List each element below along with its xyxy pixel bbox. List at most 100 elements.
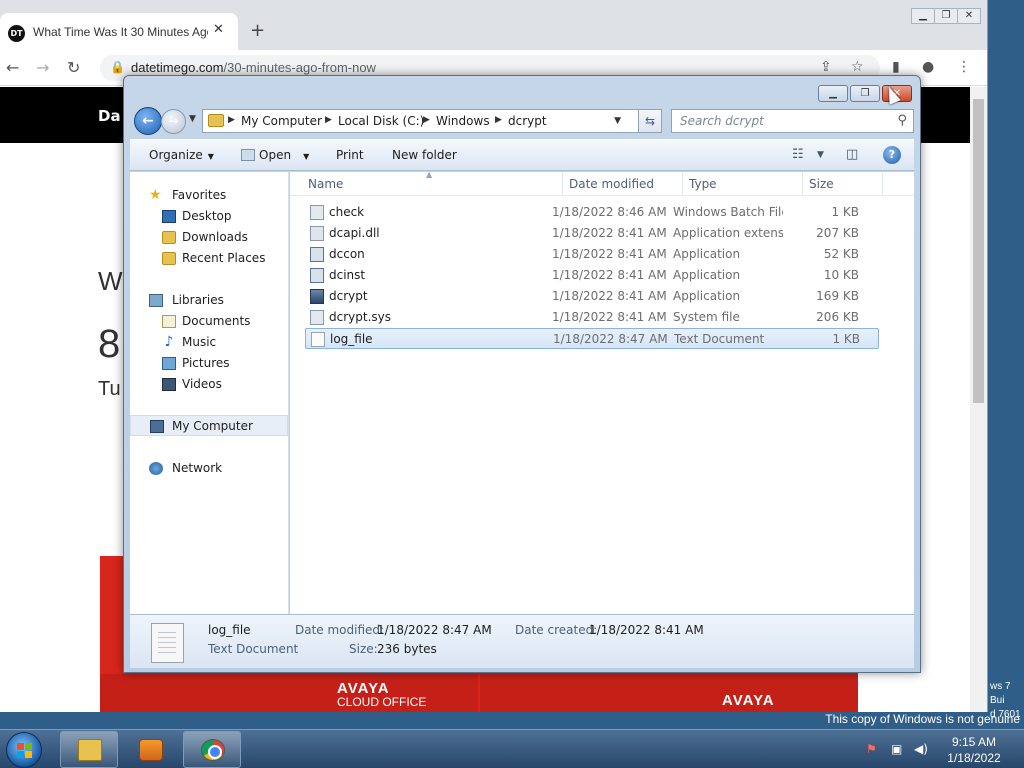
explorer-folder-icon (78, 739, 102, 761)
file-row-log-file[interactable]: log_file 1/18/2022 8:47 AM Text Document… (305, 328, 879, 349)
file-name: dcrypt.sys (329, 310, 391, 324)
browser-window-controls: ▁ ❐ ✕ (911, 8, 981, 24)
breadcrumb-arrow-icon[interactable]: ▶ (423, 115, 430, 125)
details-date-modified: 1/18/2022 8:47 AM (377, 623, 492, 637)
column-header-size[interactable]: Size (809, 177, 834, 191)
recent-pages-dropdown-icon[interactable]: ▼ (189, 114, 196, 124)
page-date-fragment: Tu (98, 378, 121, 400)
preview-pane-icon[interactable]: ◫ (846, 147, 858, 162)
file-size: 207 KB (816, 226, 859, 240)
media-player-icon (139, 739, 163, 761)
network-tray-icon[interactable]: ▣ (891, 742, 902, 756)
file-name: dcinst (329, 268, 366, 282)
print-button[interactable]: Print (336, 148, 364, 162)
reload-icon[interactable]: ↻ (67, 58, 80, 77)
back-arrow-icon[interactable]: ← (6, 58, 19, 77)
breadcrumb-local-disk[interactable]: Local Disk (C:) (338, 114, 424, 128)
file-row-dcrypt[interactable]: dcrypt 1/18/2022 8:41 AM Application 169… (305, 286, 879, 307)
close-icon[interactable]: ✕ (957, 8, 981, 24)
nav-videos[interactable]: Videos (130, 374, 288, 395)
share-icon[interactable]: ⇪ (820, 59, 832, 75)
breadcrumb-dcrypt[interactable]: dcrypt (508, 114, 547, 128)
breadcrumb-arrow-icon[interactable]: ▶ (495, 115, 502, 125)
file-size: 1 KB (831, 205, 859, 219)
taskbar-chrome-button[interactable] (183, 731, 241, 768)
column-divider[interactable] (882, 172, 883, 196)
address-dropdown-icon[interactable]: ▼ (614, 116, 621, 126)
breadcrumb-my-computer[interactable]: My Computer (241, 114, 322, 128)
nav-recent-places[interactable]: Recent Places (130, 248, 288, 269)
site-brand[interactable]: Da (98, 107, 121, 125)
new-tab-icon[interactable]: + (250, 20, 265, 41)
file-name: check (329, 205, 365, 219)
nav-desktop[interactable]: Desktop (130, 206, 288, 227)
nav-documents[interactable]: Documents (130, 311, 288, 332)
nav-downloads[interactable]: Downloads (130, 227, 288, 248)
new-folder-button[interactable]: New folder (392, 148, 457, 162)
side-panel-icon[interactable]: ▮ (892, 59, 900, 75)
open-label: Open (259, 148, 292, 162)
navigation-bar: ← → ▼ ▶ My Computer ▶ Local Disk (C:) ▶ … (130, 106, 914, 136)
column-divider[interactable] (562, 172, 563, 196)
address-breadcrumb[interactable]: ▶ My Computer ▶ Local Disk (C:) ▶ Window… (202, 109, 644, 133)
tab-close-icon[interactable]: ✕ (213, 22, 224, 37)
browser-tab[interactable]: DT What Time Was It 30 Minutes Ago From … (0, 13, 238, 50)
change-view-icon[interactable]: ☷ (792, 147, 804, 162)
nav-music[interactable]: ♪ Music (130, 332, 288, 353)
system-clock[interactable]: 9:15 AM 1/18/2022 (936, 734, 1012, 766)
folder-icon (208, 114, 224, 127)
page-scrollbar[interactable] (970, 87, 987, 712)
chevron-down-icon[interactable]: ▼ (303, 152, 309, 161)
minimize-icon[interactable]: ▁ (911, 8, 935, 24)
column-header-type[interactable]: Type (689, 177, 717, 191)
file-row-dccon[interactable]: dccon 1/18/2022 8:41 AM Application 52 K… (305, 244, 879, 265)
file-row-dcinst[interactable]: dcinst 1/18/2022 8:41 AM Application 10 … (305, 265, 879, 286)
file-date: 1/18/2022 8:41 AM (552, 226, 667, 240)
column-divider[interactable] (682, 172, 683, 196)
bookmark-star-icon[interactable]: ☆ (851, 59, 864, 75)
volume-icon[interactable]: ◀) (914, 742, 928, 756)
column-divider[interactable] (802, 172, 803, 196)
file-row-dcrypt-sys[interactable]: dcrypt.sys 1/18/2022 8:41 AM System file… (305, 307, 879, 328)
action-center-flag-icon[interactable]: ⚑ (866, 742, 877, 756)
breadcrumb-windows[interactable]: Windows (436, 114, 490, 128)
refresh-icon[interactable]: ⇆ (638, 109, 662, 133)
start-button[interactable] (6, 732, 42, 768)
view-dropdown-icon[interactable]: ▼ (817, 150, 824, 160)
column-header-date[interactable]: Date modified (569, 177, 654, 191)
taskbar-explorer-button[interactable] (60, 731, 118, 768)
help-icon[interactable]: ? (883, 146, 901, 164)
scrollbar-thumb[interactable] (973, 99, 984, 403)
nav-pictures[interactable]: Pictures (130, 353, 288, 374)
file-type: Application (673, 247, 741, 261)
maximize-icon[interactable]: ❐ (934, 8, 958, 24)
nav-my-computer[interactable]: My Computer (130, 415, 288, 436)
search-icon[interactable]: ⚲ (897, 113, 907, 128)
clock-date: 1/18/2022 (947, 751, 1001, 765)
explorer-window: ▁ ❐ ✕ ← → ▼ ▶ My Computer ▶ Local Disk (… (123, 75, 921, 673)
maximize-button[interactable]: ❐ (850, 85, 880, 102)
file-row-check[interactable]: check 1/18/2022 8:46 AM Windows Batch Fi… (305, 202, 879, 223)
file-type: Windows Batch File (673, 205, 783, 219)
back-button[interactable]: ← (134, 107, 162, 135)
nav-network[interactable]: Network (130, 458, 288, 479)
forward-arrow-icon[interactable]: → (36, 58, 49, 77)
minimize-button[interactable]: ▁ (818, 85, 848, 102)
nav-libraries[interactable]: Libraries (130, 290, 288, 311)
open-button[interactable]: Open ▼ (241, 148, 309, 162)
breadcrumb-arrow-icon[interactable]: ▶ (228, 115, 235, 125)
application-icon (310, 247, 324, 262)
watermark-line: Bui (990, 695, 1005, 706)
profile-icon[interactable]: ● (922, 59, 934, 75)
file-name: log_file (330, 332, 373, 346)
breadcrumb-arrow-icon[interactable]: ▶ (325, 115, 332, 125)
organize-button[interactable]: Organize ▼ (149, 148, 214, 162)
column-header-name[interactable]: Name (308, 177, 343, 191)
forward-button[interactable]: → (161, 109, 186, 134)
dll-file-icon (310, 226, 324, 241)
search-input[interactable]: Search dcrypt ⚲ (671, 109, 914, 133)
menu-kebab-icon[interactable]: ⋮ (957, 59, 971, 75)
nav-favorites[interactable]: ★ Favorites (130, 185, 288, 206)
file-row-dcapi-dll[interactable]: dcapi.dll 1/18/2022 8:41 AM Application … (305, 223, 879, 244)
taskbar-media-player-button[interactable] (121, 731, 179, 768)
